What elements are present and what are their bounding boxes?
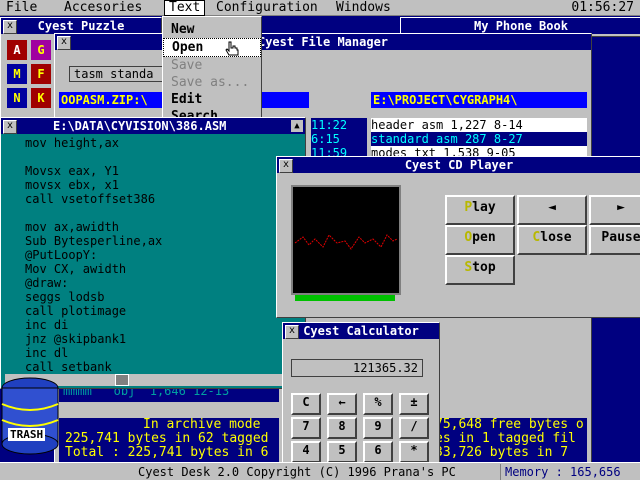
cd-player-title: Cyest CD Player bbox=[277, 157, 640, 173]
code-line[interactable]: call setbank bbox=[9, 360, 279, 374]
fm-status-line: 75,648 free bytes o bbox=[435, 417, 584, 432]
puzzle-tile[interactable]: K bbox=[31, 88, 51, 108]
menu-bar: File Accesories Text Configuration Windo… bbox=[0, 0, 640, 16]
menu-item-edit[interactable]: Edit bbox=[163, 91, 261, 108]
code-line[interactable]: Sub Bytesperline,ax bbox=[9, 234, 279, 248]
code-line[interactable]: Mov CX, awidth bbox=[9, 262, 279, 276]
menu-configuration[interactable]: Configuration bbox=[212, 0, 322, 16]
calculator-title: Cyest Calculator bbox=[283, 323, 439, 339]
scroll-thumb[interactable] bbox=[115, 374, 129, 386]
fm-time: 6:15 bbox=[311, 132, 340, 146]
file-manager-title: Cyest File Manager bbox=[55, 34, 591, 50]
puzzle-tile[interactable]: F bbox=[31, 64, 51, 84]
calc-key[interactable]: % bbox=[363, 393, 393, 415]
editor-code-area[interactable]: mov height,ax Movsx eax, Y1 movsx ebx, x1 c… bbox=[9, 136, 279, 376]
code-line[interactable] bbox=[9, 150, 279, 164]
menu-windows[interactable]: Windows bbox=[332, 0, 395, 16]
calc-key[interactable]: 6 bbox=[363, 441, 393, 463]
close-icon[interactable]: x bbox=[279, 159, 293, 173]
puzzle-board: A G M F N K bbox=[5, 38, 53, 116]
code-line[interactable]: mov height,ax bbox=[9, 136, 279, 150]
calc-key[interactable]: 8 bbox=[327, 417, 357, 439]
fm-command-field[interactable]: tasm standa bbox=[69, 66, 169, 82]
puzzle-tile[interactable]: A bbox=[7, 40, 27, 60]
code-line[interactable]: movsx ebx, x1 bbox=[9, 178, 279, 192]
editor-title: E:\DATA\CYVISION\386.ASM bbox=[1, 118, 305, 134]
editor-window: E:\DATA\CYVISION\386.ASM x ▲ mov height,… bbox=[0, 117, 306, 389]
memory-readout: Memory : 165,656 bbox=[500, 464, 640, 480]
close-icon[interactable]: x bbox=[285, 325, 299, 339]
code-line[interactable]: mov ax,awidth bbox=[9, 220, 279, 234]
copyright-text: Cyest Desk 2.0 Copyright (C) 1996 Prana'… bbox=[138, 465, 456, 479]
fm-right-path[interactable]: E:\PROJECT\CYGRAPH4\ bbox=[371, 92, 587, 108]
calc-key[interactable]: / bbox=[399, 417, 429, 439]
puzzle-tile[interactable]: G bbox=[31, 40, 51, 60]
calc-key[interactable]: 5 bbox=[327, 441, 357, 463]
calc-key[interactable]: ± bbox=[399, 393, 429, 415]
cd-player-window: Cyest CD Player x Play ◄ ► Open Close Pa… bbox=[276, 156, 640, 318]
cd-next-button[interactable]: ► bbox=[589, 195, 640, 225]
fm-status-line: 33,726 bytes in 7 bbox=[435, 445, 569, 460]
calc-key[interactable]: 9 bbox=[363, 417, 393, 439]
code-line[interactable]: inc di bbox=[9, 318, 279, 332]
menu-item-open[interactable]: Open bbox=[163, 38, 261, 57]
menu-text[interactable]: Text bbox=[164, 0, 206, 16]
cd-close-button[interactable]: Close bbox=[517, 225, 587, 255]
code-line[interactable]: inc dl bbox=[9, 346, 279, 360]
fm-status-line: In archive mode bbox=[143, 417, 261, 432]
fm-status-line: 225,741 bytes in 62 tagged bbox=[65, 431, 269, 446]
clock: 01:56:27 bbox=[571, 0, 634, 15]
puzzle-tile[interactable]: M bbox=[7, 64, 27, 84]
code-line[interactable]: seggs lodsb bbox=[9, 290, 279, 304]
cd-play-button[interactable]: Play bbox=[445, 195, 515, 225]
code-line[interactable]: jnz @skipbank1 bbox=[9, 332, 279, 346]
calc-key[interactable]: 4 bbox=[291, 441, 321, 463]
close-icon[interactable]: x bbox=[3, 20, 17, 34]
cd-prev-button[interactable]: ◄ bbox=[517, 195, 587, 225]
calc-key[interactable]: C bbox=[291, 393, 321, 415]
calculator-display: 121365.32 bbox=[291, 359, 423, 377]
status-bar: Cyest Desk 2.0 Copyright (C) 1996 Prana'… bbox=[0, 462, 640, 480]
hand-cursor-icon bbox=[225, 41, 239, 57]
code-line[interactable]: Movsx eax, Y1 bbox=[9, 164, 279, 178]
calc-key[interactable]: * bbox=[399, 441, 429, 463]
code-line[interactable]: @PutLoopY: bbox=[9, 248, 279, 262]
fm-status-line: es in 1 tagged fil bbox=[435, 431, 576, 446]
puzzle-tile[interactable]: N bbox=[7, 88, 27, 108]
trash-icon[interactable]: TRASH bbox=[0, 376, 60, 456]
cd-visualizer bbox=[291, 185, 401, 295]
calc-key[interactable]: ← bbox=[327, 393, 357, 415]
text-menu-dropdown: New Open Save Save as... Edit Search bbox=[162, 16, 262, 128]
fm-time: 11:22 bbox=[311, 118, 348, 132]
code-line[interactable]: @draw: bbox=[9, 276, 279, 290]
puzzle-title: Cyest Puzzle bbox=[1, 18, 161, 34]
close-icon[interactable]: x bbox=[3, 120, 17, 134]
fm-file-row[interactable]: header asm 1,227 8-14 bbox=[371, 118, 587, 132]
fm-status-left: In archive mode 225,741 bytes in 62 tagg… bbox=[59, 418, 279, 462]
trash-label: TRASH bbox=[8, 428, 46, 441]
fm-file-row[interactable]: standard asm 287 8-27 bbox=[371, 132, 587, 146]
cd-pause-button[interactable]: Pause bbox=[589, 225, 640, 255]
fm-status-line: Total : 225,741 bytes in 6 bbox=[65, 445, 269, 460]
menu-file[interactable]: File bbox=[2, 0, 41, 16]
menu-accesories[interactable]: Accesories bbox=[60, 0, 146, 16]
menu-item-save-as: Save as... bbox=[171, 75, 250, 90]
menu-item-new[interactable]: New bbox=[163, 21, 261, 38]
calc-key[interactable]: 7 bbox=[291, 417, 321, 439]
code-line[interactable] bbox=[9, 206, 279, 220]
cd-stop-button[interactable]: Stop bbox=[445, 255, 515, 285]
phonebook-title: My Phone Book bbox=[401, 18, 640, 34]
fm-status-right: 75,648 free bytes o es in 1 tagged fil 3… bbox=[435, 418, 587, 462]
fm-toolbar: tasm standa bbox=[61, 54, 587, 92]
menu-item-save: Save bbox=[171, 58, 203, 73]
code-line[interactable]: call plotimage bbox=[9, 304, 279, 318]
scroll-up-icon[interactable]: ▲ bbox=[291, 120, 303, 132]
code-line[interactable]: call vsetoffset386 bbox=[9, 192, 279, 206]
close-icon[interactable]: x bbox=[57, 36, 71, 50]
cd-open-button[interactable]: Open bbox=[445, 225, 515, 255]
cd-level-bar bbox=[295, 295, 395, 301]
calculator-window: Cyest Calculator x 121365.32 C ←% ±7 8 9 / 4 5 6… bbox=[282, 322, 440, 464]
